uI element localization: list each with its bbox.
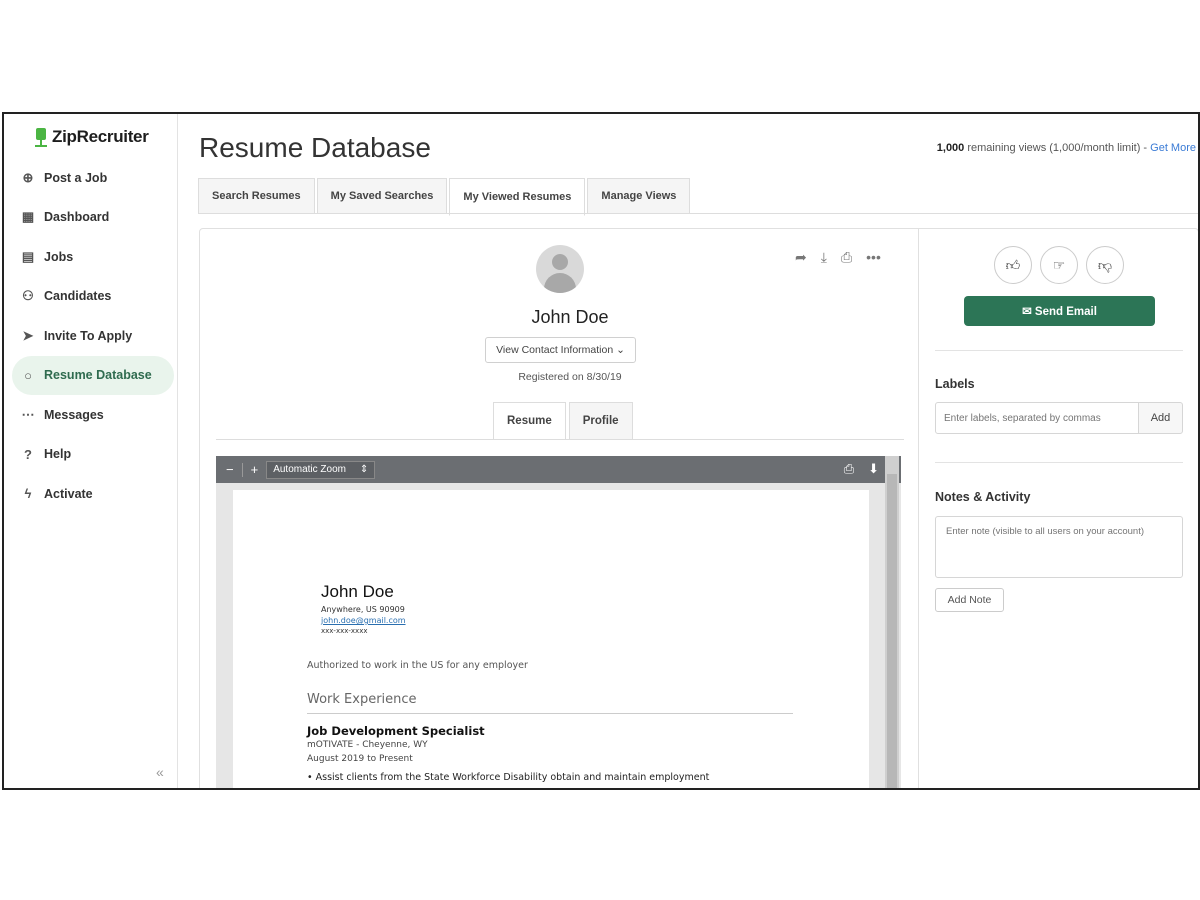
job-title: Job Development Specialist [307,724,485,738]
sidebar-item-label: Dashboard [44,210,110,225]
send-email-button[interactable]: ✉ Send Email [964,296,1155,326]
pdf-download-icon[interactable]: ⬇ [868,461,879,477]
resume-profile-tabs: Resume Profile [493,402,636,440]
view-contact-button[interactable]: View Contact Information ⌄ [485,337,636,363]
tab-my-saved-searches[interactable]: My Saved Searches [316,178,448,214]
sidebar-item-label: Jobs [44,249,74,264]
download-icon[interactable]: ⤓ [821,249,827,266]
chat-bubble-icon: ⋯ [21,406,35,422]
views-text: remaining views (1,000/month limit) - [964,142,1151,154]
notes-textarea[interactable] [935,516,1183,578]
sidebar-item-jobs[interactable]: ▤ Jobs [12,237,174,277]
zoom-in-icon[interactable]: + [251,462,259,477]
sidebar-item-label: Invite To Apply [44,328,133,343]
sidebar-item-invite-to-apply[interactable]: ➤ Invite To Apply [12,316,174,356]
rating-buttons: 👍︎ ☞ 👎︎ [994,246,1124,284]
candidate-name: John Doe [531,307,609,327]
page-title: Resume Database [199,132,431,163]
labels-title: Labels [935,377,975,391]
sidebar-item-messages[interactable]: ⋯ Messages [12,395,174,435]
sidebar: ZipRecruiter ⊕ Post a Job ▦ Dashboard ▤ Jobs ⚇… [4,114,178,788]
ziprecruiter-logo[interactable]: ZipRecruiter [34,122,149,152]
thumbs-up-icon[interactable]: 👍︎ [994,246,1032,284]
work-authorization: Authorized to work in the US for any emp… [307,660,528,671]
work-experience-heading: Work Experience [307,692,417,707]
resume-name: John Doe [321,582,394,601]
logo-text: ZipRecruiter [52,127,149,146]
sidebar-nav: ⊕ Post a Job ▦ Dashboard ▤ Jobs ⚇ Candidates ➤ In… [12,158,174,514]
sidebar-item-label: Help [44,447,72,462]
chair-logo-icon [34,126,48,148]
resume-phone: xxx-xxx-xxxx [321,627,368,635]
people-icon: ⚇ [22,288,34,304]
job-bullet: • Assist clients from the State Workforc… [307,772,710,783]
sidebar-item-label: Activate [44,486,93,501]
collapse-sidebar-icon[interactable]: « [156,764,164,780]
print-icon[interactable]: ⎙ [841,249,852,266]
sidebar-item-activate[interactable]: ϟ Activate [12,474,174,514]
tab-profile[interactable]: Profile [568,402,633,440]
pdf-print-icon[interactable]: ⎙ [844,461,854,477]
avatar [536,245,584,293]
job-dates: August 2019 to Present [307,754,413,764]
tab-resume[interactable]: Resume [493,402,566,440]
sidebar-item-label: Resume Database [44,368,152,383]
maybe-hand-icon[interactable]: ☞ [1040,246,1078,284]
notes-title: Notes & Activity [935,490,1031,504]
sidebar-item-label: Messages [44,407,104,422]
tabs-divider [198,213,1198,214]
get-more-link[interactable]: Get More [1150,142,1196,154]
dashboard-grid-icon: ▦ [21,209,35,225]
resume-address: Anywhere, US 90909 [321,605,405,614]
pdf-toolbar: − + Automatic Zoom ⇕ ⎙ ⬇ [216,456,901,483]
sidebar-item-post-a-job[interactable]: ⊕ Post a Job [12,158,174,198]
lightning-circle-icon: ϟ [24,486,32,502]
zoom-out-icon[interactable]: − [226,462,234,477]
sidebar-item-label: Post a Job [44,170,108,185]
pdf-scrollbar[interactable] [885,456,899,788]
plus-circle-icon: ⊕ [22,169,34,185]
zoom-value: Automatic Zoom [273,464,346,475]
question-circle-icon: ? [24,446,32,462]
zoom-select[interactable]: Automatic Zoom ⇕ [266,460,376,479]
sidebar-item-dashboard[interactable]: ▦ Dashboard [12,198,174,238]
thumbs-down-icon[interactable]: 👎︎ [1086,246,1124,284]
sidebar-item-help[interactable]: ? Help [12,435,174,475]
remaining-views: 1,000 remaining views (1,000/month limit… [937,142,1196,154]
app-window: ZipRecruiter ⊕ Post a Job ▦ Dashboard ▤ Jobs ⚇… [2,112,1200,790]
search-icon: ○ [24,367,32,383]
paper-plane-icon: ➤ [22,327,34,343]
divider [935,350,1183,351]
sidebar-item-resume-database[interactable]: ○ Resume Database [12,355,174,395]
resume-actions: ➦ ⤓ ⎙ ••• [795,249,881,266]
resume-tabs: Search Resumes My Saved Searches My Viewed… [198,178,692,216]
subtabs-divider [216,439,904,440]
views-count: 1,000 [936,142,965,154]
tab-my-viewed-resumes[interactable]: My Viewed Resumes [449,178,586,216]
registered-date: Registered on 8/30/19 [518,371,622,383]
tab-search-resumes[interactable]: Search Resumes [198,178,315,214]
sidebar-item-label: Candidates [44,289,112,304]
tab-manage-views[interactable]: Manage Views [587,178,691,214]
more-icon[interactable]: ••• [866,249,881,266]
divider [935,462,1183,463]
sidebar-item-candidates[interactable]: ⚇ Candidates [12,277,174,317]
section-rule [307,713,793,714]
add-note-button[interactable]: Add Note [935,588,1004,612]
main-content: Resume Database 1,000 remaining views (1… [178,114,1198,788]
candidate-side-panel: 👍︎ ☞ 👎︎ ✉ Send Email Labels Add Notes & … [918,228,1198,788]
job-company: mOTIVATE - Cheyenne, WY [307,740,428,750]
pdf-viewer: − + Automatic Zoom ⇕ ⎙ ⬇ John Doe Anywhe… [216,456,901,788]
pdf-tools: ⎙ ⬇ [844,461,879,477]
add-label-button[interactable]: Add [1138,402,1183,434]
labels-input[interactable] [935,402,1139,434]
resume-email-link[interactable]: john.doe@gmail.com [321,616,406,625]
share-icon[interactable]: ➦ [795,249,807,266]
document-icon: ▤ [21,248,35,264]
resume-page: John Doe Anywhere, US 90909 john.doe@gma… [233,490,869,788]
